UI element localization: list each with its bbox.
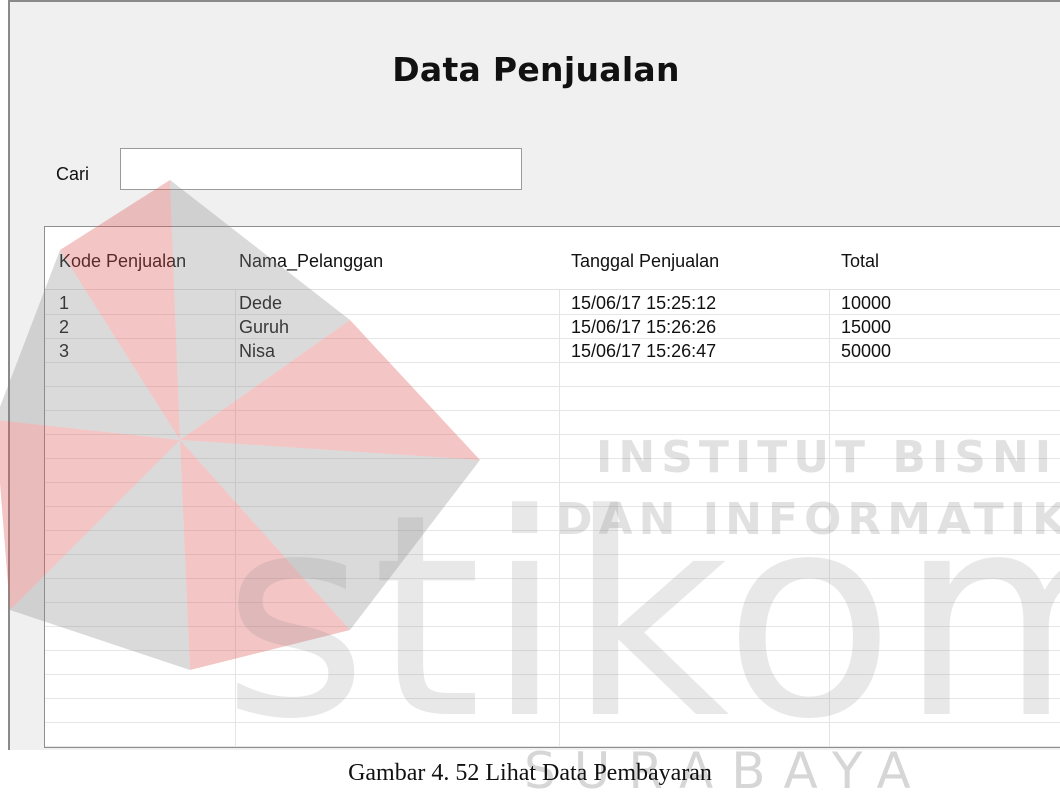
cell-kode: 3 [59,341,70,361]
sales-data-grid[interactable]: Kode Penjualan Nama_Pelanggan Tanggal Pe… [44,226,1060,748]
cell-total: 50000 [841,341,892,361]
column-header-tanggal-penjualan[interactable]: Tanggal Penjualan [571,251,719,272]
page-title: Data Penjualan [392,50,680,89]
search-input[interactable] [120,148,522,190]
grid-header-row: Kode Penjualan Nama_Pelanggan Tanggal Pe… [45,227,1060,290]
cell-kode: 2 [59,317,70,337]
cell-total: 10000 [841,293,892,313]
cell-tanggal: 15/06/17 15:26:47 [571,341,717,361]
table-row[interactable]: 3 Nisa 15/06/17 15:26:47 50000 [45,339,1060,363]
column-header-total[interactable]: Total [841,251,879,272]
column-header-kode-penjualan[interactable]: Kode Penjualan [59,251,186,272]
cell-nama: Guruh [239,317,290,337]
cell-tanggal: 15/06/17 15:26:26 [571,317,717,337]
cell-nama: Nisa [239,341,276,361]
form-window: Data Penjualan Cari Kode Penjualan Nama_… [8,0,1060,750]
table-row[interactable]: 2 Guruh 15/06/17 15:26:26 15000 [45,315,1060,339]
cell-kode: 1 [59,293,70,313]
search-label: Cari [56,164,90,184]
cell-nama: Dede [239,293,283,313]
cell-tanggal: 15/06/17 15:25:12 [571,293,717,313]
figure-caption: Gambar 4. 52 Lihat Data Pembayaran [348,760,712,786]
table-row[interactable]: 1 Dede 15/06/17 15:25:12 10000 [45,291,1060,315]
cell-total: 15000 [841,317,892,337]
column-header-nama-pelanggan[interactable]: Nama_Pelanggan [239,251,383,272]
